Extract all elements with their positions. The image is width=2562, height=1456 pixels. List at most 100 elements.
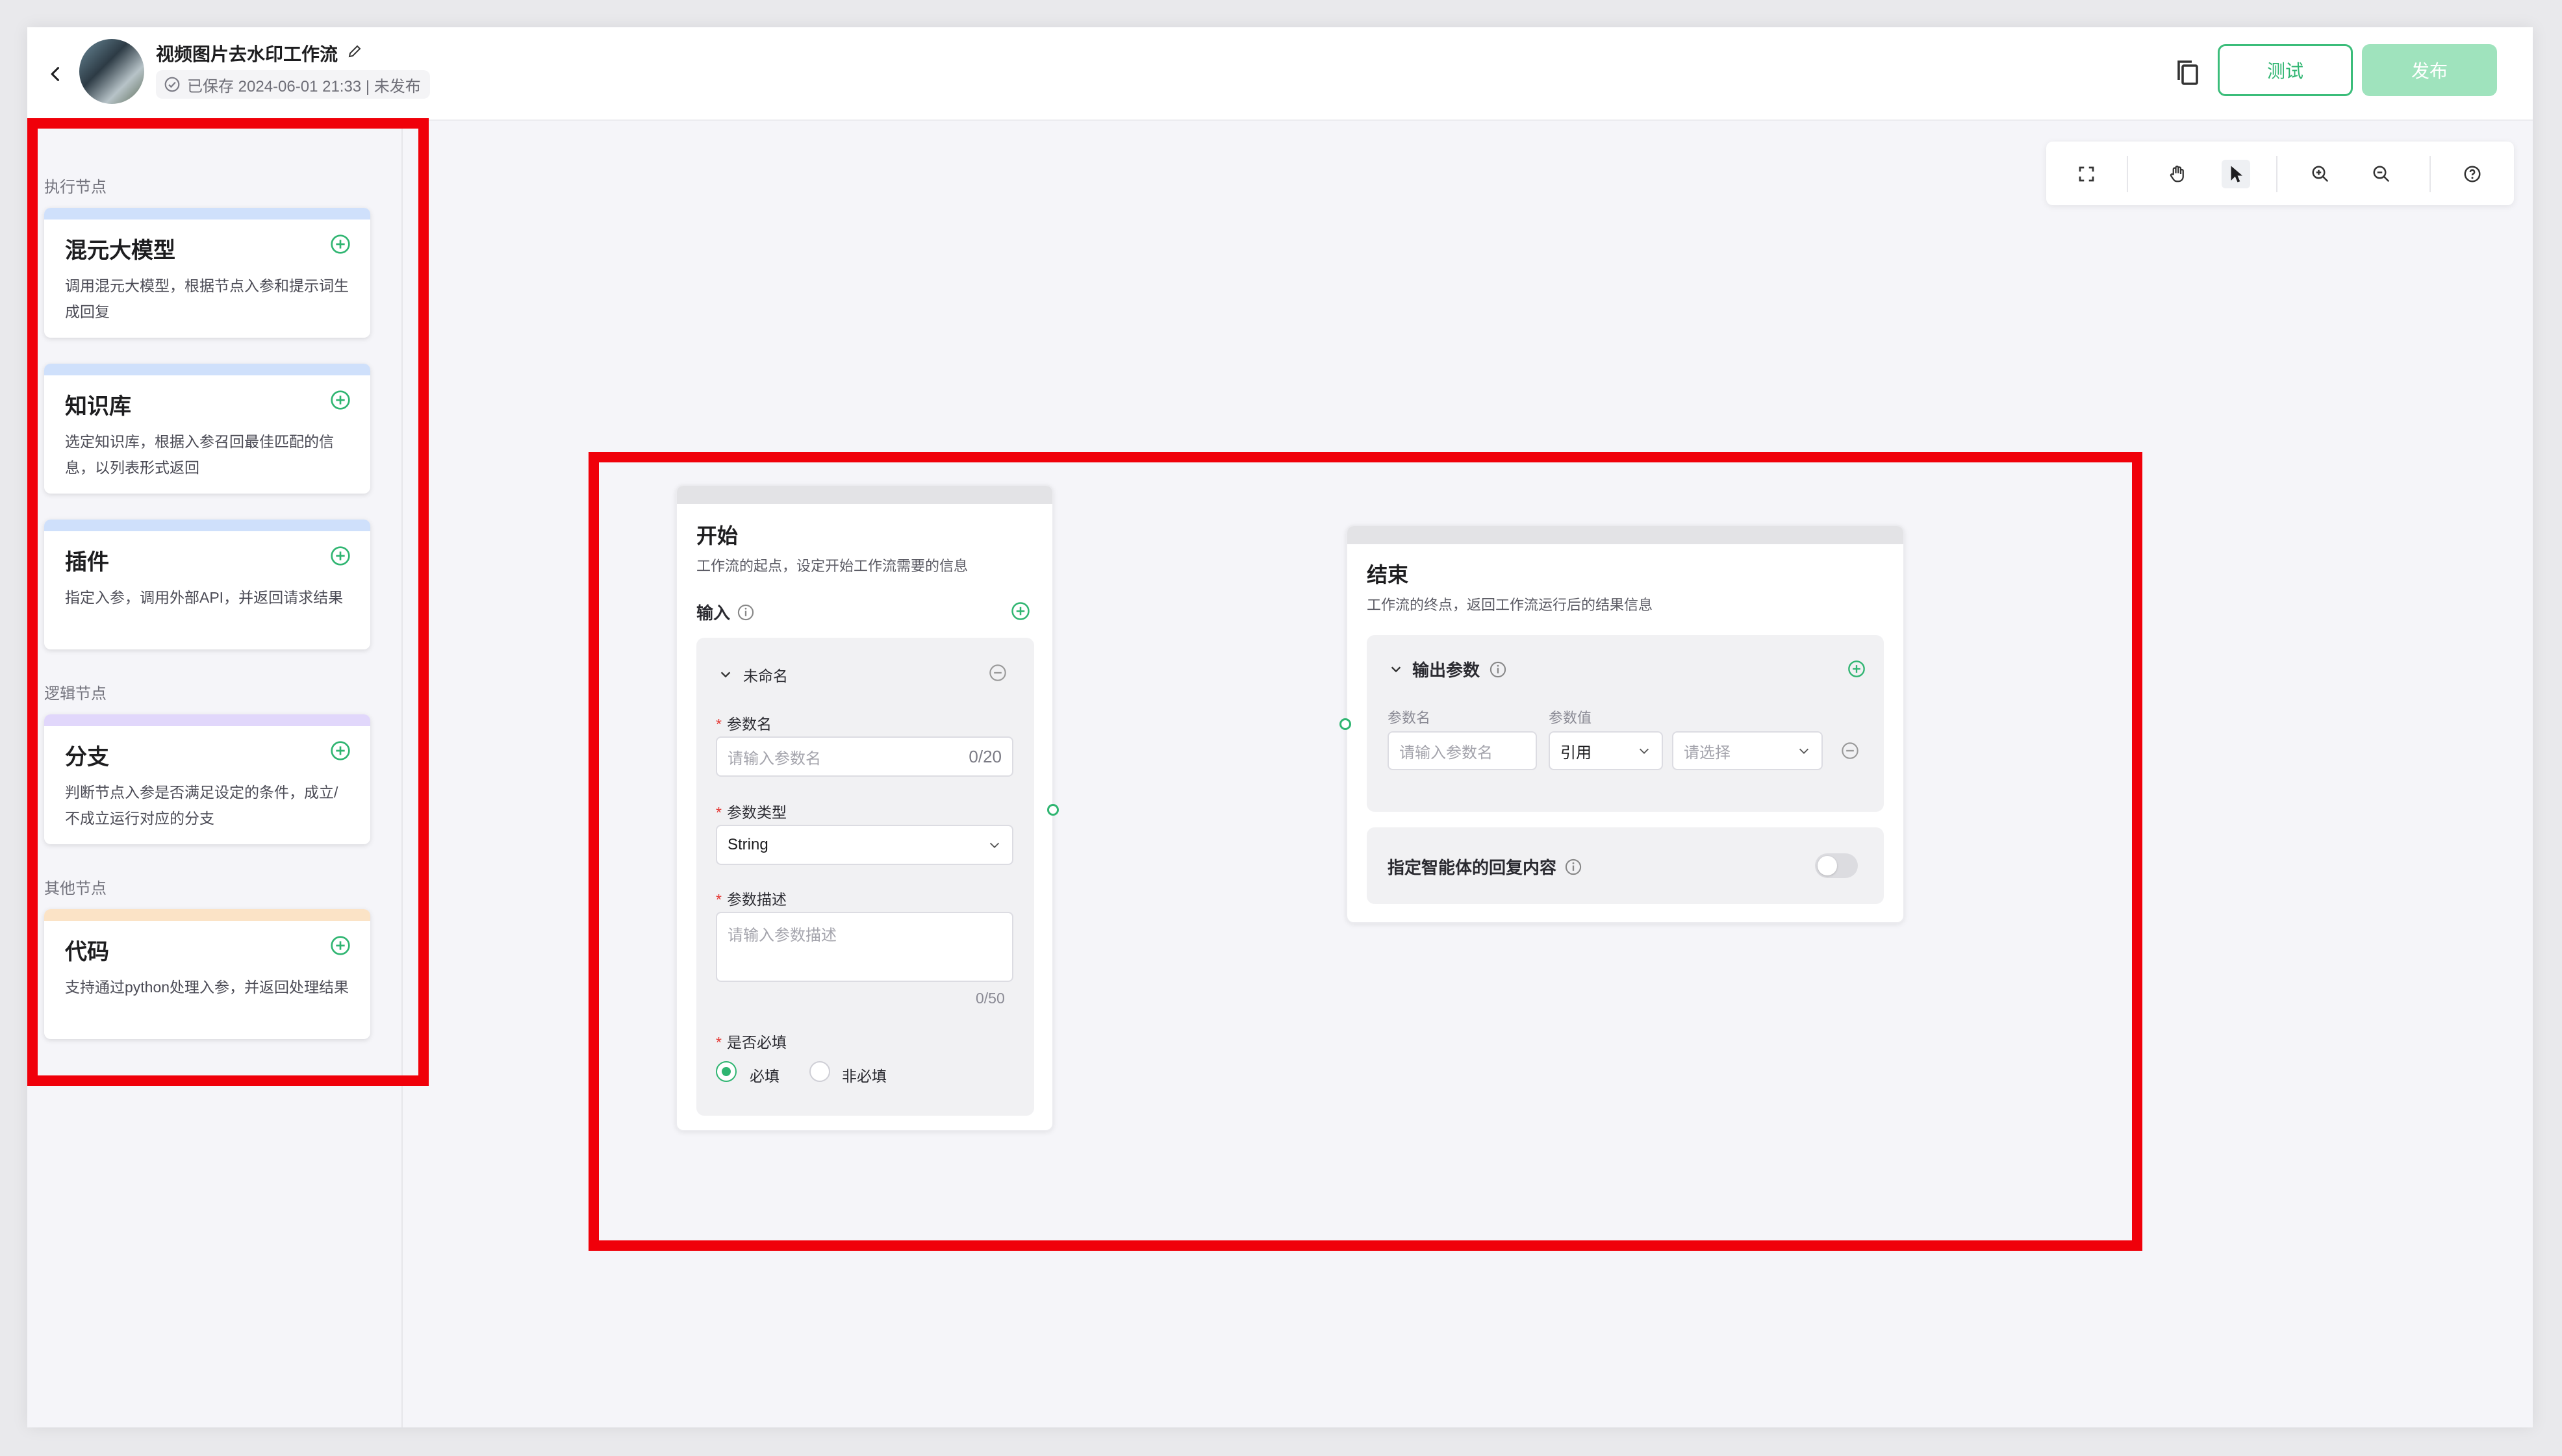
node-card-knowledge[interactable]: 知识库 选定知识库，根据入参召回最佳匹配的信息，以列表形式返回 (44, 364, 370, 494)
info-icon (1565, 859, 1582, 875)
save-status-badge: 已保存 2024-06-01 21:33 | 未发布 (156, 70, 430, 99)
required-label: * 是否必填 (716, 1034, 787, 1051)
reply-label-text: 指定智能体的回复内容 (1388, 858, 1557, 877)
node-card-desc: 支持通过python处理入参，并返回处理结果 (65, 979, 349, 996)
chevron-down-icon (720, 672, 731, 678)
required-yes-radio[interactable] (716, 1061, 737, 1082)
node-card-name: 代码 (65, 940, 109, 964)
toolbar-divider (2127, 156, 2128, 192)
info-icon (737, 604, 754, 620)
param-group-name: 未命名 (743, 668, 788, 684)
node-title: 开始 (696, 524, 739, 547)
reply-content-panel: 指定智能体的回复内容 (1367, 827, 1884, 904)
param-type-label-text: 参数类型 (726, 804, 787, 821)
node-card-llm[interactable]: 混元大模型 调用混元大模型，根据节点入参和提示词生成回复 (44, 208, 370, 338)
workflow-title-text: 视频图片去水印工作流 (156, 44, 338, 64)
node-card-code[interactable]: 代码 支持通过python处理入参，并返回处理结果 (44, 909, 370, 1039)
save-status-text: 已保存 2024-06-01 21:33 | 未发布 (187, 77, 421, 95)
node-card-desc: 调用混元大模型，根据节点入参和提示词生成回复 (65, 277, 349, 320)
node-card-name: 分支 (65, 745, 109, 770)
workflow-title: 视频图片去水印工作流 (156, 40, 362, 66)
publish-button[interactable]: 发布 (2362, 44, 2497, 96)
hand-icon (2170, 166, 2184, 182)
add-input-icon[interactable] (1011, 601, 1030, 621)
start-node-output-port[interactable] (1047, 804, 1059, 816)
node-card-name: 知识库 (65, 394, 131, 419)
fullscreen-icon (2079, 166, 2094, 182)
param-name-placeholder: 请输入参数名 (728, 749, 821, 768)
remove-circle-icon[interactable] (1841, 742, 1859, 760)
node-title: 结束 (1367, 563, 1409, 586)
canvas-toolbar (2046, 142, 2514, 205)
param-type-select[interactable]: String (716, 825, 1013, 865)
pointer-tool-button[interactable] (2222, 160, 2250, 188)
hand-tool-button[interactable] (2163, 160, 2192, 188)
zoom-in-button[interactable] (2306, 160, 2335, 188)
add-circle-icon[interactable] (330, 390, 351, 410)
test-button[interactable]: 测试 (2218, 44, 2353, 96)
input-label-text: 输入 (696, 603, 731, 623)
end-node[interactable]: 结束 工作流的终点，返回工作流运行后的结果信息 输出参数 参数名 参数值 请输入… (1346, 525, 1905, 923)
section-label-logic: 逻辑节点 (44, 685, 107, 703)
col-name-header: 参数名 (1388, 710, 1431, 726)
node-card-name: 混元大模型 (65, 238, 175, 263)
copy-button[interactable] (2171, 56, 2205, 91)
back-button[interactable] (40, 58, 71, 90)
toolbar-divider (2429, 156, 2431, 192)
help-button[interactable] (2458, 160, 2487, 188)
add-output-icon[interactable] (1847, 660, 1866, 678)
toolbar-divider (2276, 156, 2277, 192)
output-ref-select[interactable]: 引用 (1549, 731, 1663, 770)
node-card-desc: 判断节点入参是否满足设定的条件，成立/不成立运行对应的分支 (65, 784, 338, 827)
reply-content-label: 指定智能体的回复内容 (1388, 855, 1582, 879)
help-icon (2464, 166, 2481, 182)
end-node-input-port[interactable] (1339, 718, 1351, 730)
param-name-label-text: 参数名 (726, 716, 772, 733)
output-label-text: 输出参数 (1412, 660, 1480, 680)
node-card-branch[interactable]: 分支 判断节点入参是否满足设定的条件，成立/不成立运行对应的分支 (44, 714, 370, 844)
param-name-label: * 参数名 (716, 716, 772, 733)
required-yes-label: 必填 (750, 1068, 780, 1085)
add-circle-icon[interactable] (330, 935, 351, 956)
param-type-label: * 参数类型 (716, 804, 787, 821)
param-panel: 未命名 * 参数名 请输入参数名 0/20 * 参数类型 String * 参数描述 … (696, 638, 1034, 1116)
param-name-input[interactable]: 请输入参数名 0/20 (716, 736, 1013, 777)
node-card-stripe (44, 208, 370, 220)
output-section-header[interactable]: 输出参数 (1389, 657, 1507, 681)
add-circle-icon[interactable] (330, 234, 351, 255)
chevron-down-icon (1799, 748, 1809, 754)
param-group-header[interactable]: 未命名 (718, 664, 788, 686)
chevron-down-icon (1391, 666, 1401, 672)
input-section-label: 输入 (696, 600, 755, 624)
node-card-desc: 指定入参，调用外部API，并返回请求结果 (65, 589, 344, 606)
chevron-down-icon (1639, 748, 1649, 754)
param-desc-textarea[interactable]: 请输入参数描述 (716, 912, 1013, 982)
section-label-other: 其他节点 (44, 880, 107, 897)
zoom-out-button[interactable] (2367, 160, 2396, 188)
node-card-name: 插件 (65, 550, 109, 575)
node-card-stripe (44, 714, 370, 726)
reply-content-toggle[interactable] (1815, 853, 1858, 878)
remove-circle-icon[interactable] (989, 664, 1007, 682)
section-label-execute: 执行节点 (44, 179, 107, 196)
node-card-stripe (44, 909, 370, 921)
output-value-select[interactable]: 请选择 (1672, 731, 1823, 770)
cursor-icon (2231, 166, 2242, 182)
chevron-down-icon (989, 842, 1000, 848)
add-circle-icon[interactable] (330, 546, 351, 566)
fullscreen-button[interactable] (2072, 160, 2101, 188)
app-window: 视频图片去水印工作流 已保存 2024-06-01 21:33 | 未发布 测试… (27, 27, 2533, 1427)
add-circle-icon[interactable] (330, 740, 351, 761)
param-name-count: 0/20 (969, 746, 1002, 766)
start-node[interactable]: 开始 工作流的起点，设定开始工作流需要的信息 输入 未命名 * 参数名 请输入参数… (676, 484, 1054, 1131)
output-name-input[interactable]: 请输入参数名 (1388, 731, 1537, 770)
edit-pencil-icon[interactable] (347, 43, 362, 64)
param-desc-label: * 参数描述 (716, 891, 787, 908)
col-value-header: 参数值 (1549, 710, 1592, 726)
required-no-radio[interactable] (809, 1061, 830, 1082)
node-card-plugin[interactable]: 插件 指定入参，调用外部API，并返回请求结果 (44, 520, 370, 649)
header-bar: 视频图片去水印工作流 已保存 2024-06-01 21:33 | 未发布 测试… (27, 27, 2533, 121)
node-header-stripe (1347, 526, 1903, 544)
node-card-stripe (44, 364, 370, 375)
output-param-panel: 输出参数 参数名 参数值 请输入参数名 引用 请选择 (1367, 635, 1884, 812)
